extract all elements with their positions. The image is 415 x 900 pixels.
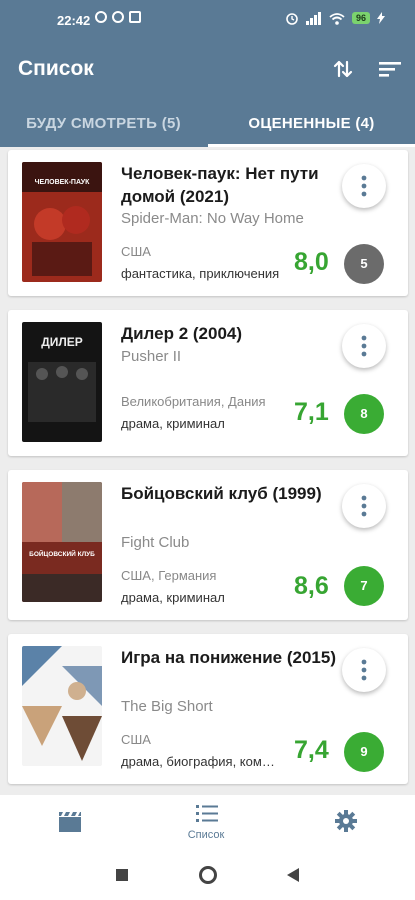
movie-card[interactable]: ДИЛЕР Дилер 2 (2004) Pusher II Великобри… [8, 310, 408, 456]
sort-lines-icon [379, 62, 401, 77]
battery-indicator: 96 [351, 12, 370, 24]
app-bar: Список [0, 40, 415, 100]
notification-icons [95, 11, 141, 23]
movie-country: США, Германия [121, 568, 217, 583]
movie-rating: 7,4 [294, 736, 329, 764]
more-vert-icon [361, 495, 367, 517]
bottom-navigation: Список [0, 795, 415, 850]
charging-icon [377, 12, 385, 24]
signal-icon [305, 11, 321, 25]
notification-icon [129, 11, 141, 23]
notification-icon [112, 11, 124, 23]
gear-icon [335, 810, 357, 832]
more-menu-button[interactable] [342, 648, 386, 692]
alarm-icon [286, 13, 298, 25]
movie-country: Великобритания, Дания [121, 394, 266, 409]
list-icon [196, 805, 218, 822]
movie-poster: ДИЛЕР [22, 322, 102, 442]
movie-title: Дилер 2 (2004) [121, 324, 243, 343]
more-vert-icon [361, 335, 367, 357]
movie-title: Человек-паук: Нет пути домой (2021) [121, 164, 319, 206]
movie-original-title: The Big Short [121, 698, 213, 715]
tab-bar: БУДУ СМОТРЕТЬ (5) ОЦЕНЕННЫЕ (4) [0, 100, 415, 147]
more-menu-button[interactable] [342, 484, 386, 528]
movie-title: Игра на понижение (2015) [121, 648, 336, 667]
movie-poster: ЧЕЛОВЕК-ПАУК [22, 162, 102, 282]
movie-clapper-icon [59, 812, 81, 832]
svg-text:ЧЕЛОВЕК-ПАУК: ЧЕЛОВЕК-ПАУК [35, 179, 90, 186]
wifi-icon [329, 12, 345, 25]
movie-genres: фантастика, приключения [121, 266, 280, 281]
system-navigation-bar [0, 850, 415, 900]
status-time: 22:42 [57, 13, 91, 28]
home-icon[interactable] [198, 865, 218, 885]
sort-button[interactable] [375, 54, 405, 84]
movie-rating: 8,6 [294, 572, 329, 600]
movie-genres: драма, криминал [121, 590, 225, 605]
tab-rated[interactable]: ОЦЕНЕННЫЕ (4) [208, 100, 415, 147]
notification-icon [95, 11, 107, 23]
sort-arrows-icon [333, 60, 353, 78]
movie-original-title: Pusher II [121, 348, 182, 365]
movie-title: Бойцовский клуб (1999) [121, 484, 322, 503]
recent-apps-icon[interactable] [115, 868, 129, 882]
my-score-badge: 9 [344, 732, 384, 772]
movie-poster [22, 646, 102, 766]
movie-card[interactable]: Игра на понижение (2015) The Big Short С… [8, 634, 408, 784]
movie-rating: 7,1 [294, 398, 329, 426]
tab-watch-later[interactable]: БУДУ СМОТРЕТЬ (5) [0, 100, 207, 147]
movie-card[interactable]: ЧЕЛОВЕК-ПАУК Человек-паук: Нет пути домо… [8, 150, 408, 296]
movie-country: США [121, 732, 151, 747]
my-score-badge: 8 [344, 394, 384, 434]
more-menu-button[interactable] [342, 324, 386, 368]
svg-text:БОЙЦОВСКИЙ КЛУБ: БОЙЦОВСКИЙ КЛУБ [29, 549, 95, 558]
movie-original-title: Spider-Man: No Way Home [121, 210, 304, 227]
sort-direction-button[interactable] [328, 54, 358, 84]
movie-rating: 8,0 [294, 248, 329, 276]
movie-genres: драма, биография, комедия [121, 754, 281, 769]
movie-country: США [121, 244, 151, 259]
more-vert-icon [361, 175, 367, 197]
movie-card[interactable]: БОЙЦОВСКИЙ КЛУБ Бойцовский клуб (1999) F… [8, 470, 408, 620]
status-right: 96 [285, 11, 385, 25]
my-score-badge: 5 [344, 244, 384, 284]
back-icon[interactable] [286, 867, 300, 883]
my-score-badge: 7 [344, 566, 384, 606]
movie-poster: БОЙЦОВСКИЙ КЛУБ [22, 482, 102, 602]
svg-text:ДИЛЕР: ДИЛЕР [41, 335, 83, 349]
tab-indicator [208, 144, 415, 147]
page-title: Список [18, 57, 94, 80]
nav-list-label: Список [187, 829, 225, 841]
movie-original-title: Fight Club [121, 534, 190, 551]
more-menu-button[interactable] [342, 164, 386, 208]
movie-genres: драма, криминал [121, 416, 225, 431]
more-vert-icon [361, 659, 367, 681]
status-bar: 22:42 96 [0, 0, 415, 40]
